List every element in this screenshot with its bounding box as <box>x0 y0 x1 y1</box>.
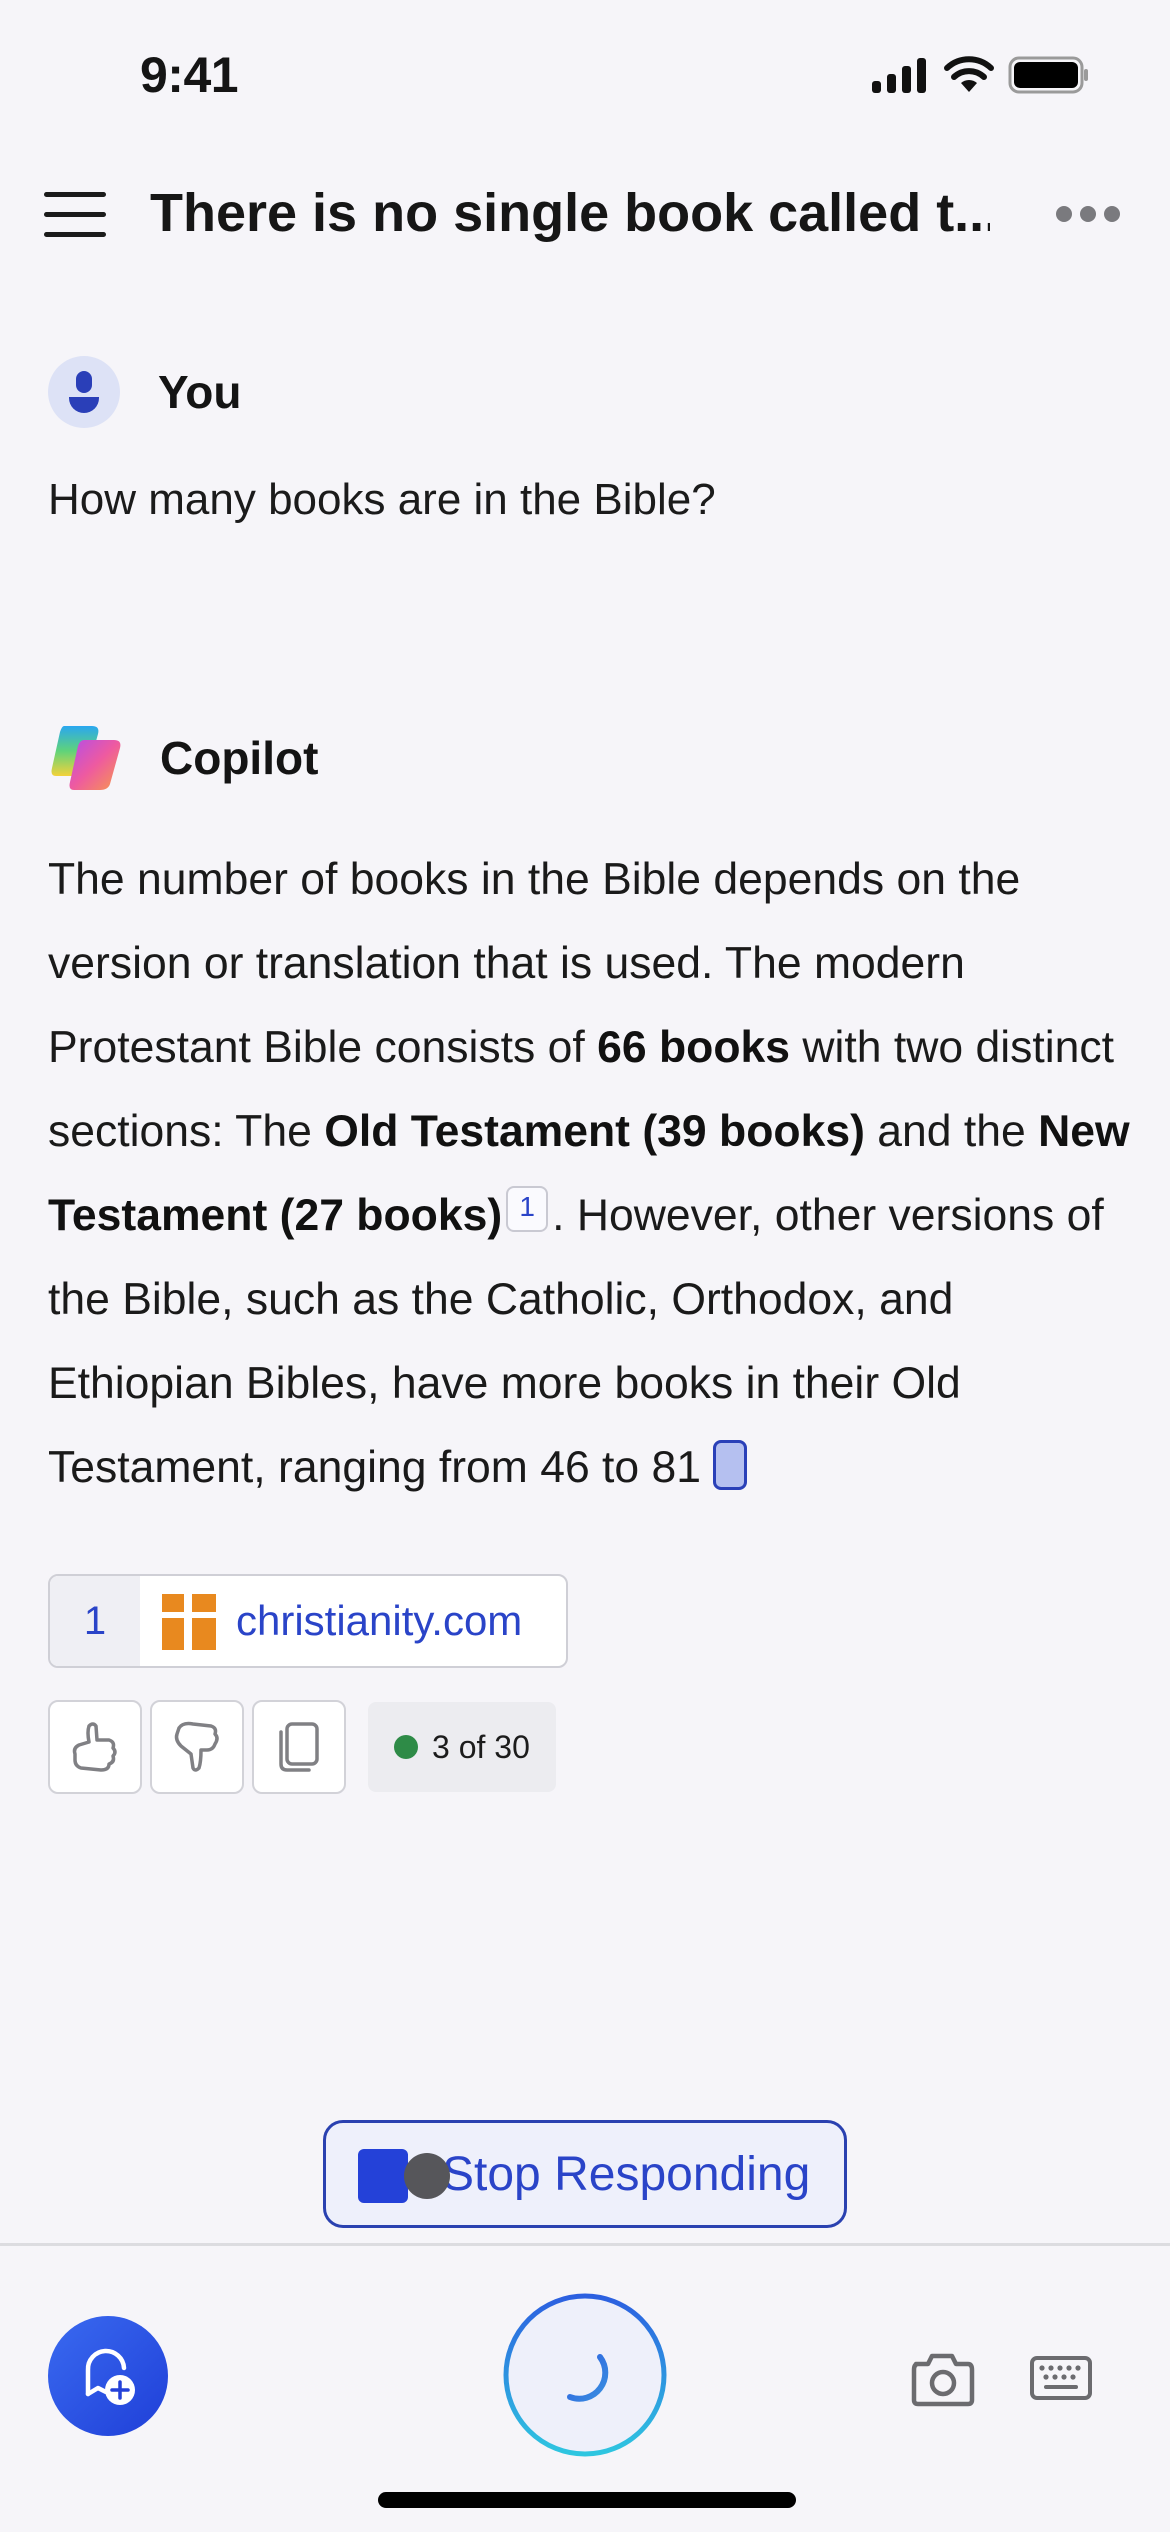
copy-icon <box>279 1722 319 1772</box>
user-message-text: How many books are in the Bible? <box>48 475 716 524</box>
voice-button[interactable] <box>502 2292 668 2458</box>
stop-icon <box>358 2149 408 2203</box>
loading-spinner-icon <box>503 2293 667 2457</box>
hamburger-menu-icon <box>44 192 106 197</box>
thumbs-up-icon <box>72 1722 117 1772</box>
home-indicator <box>378 2492 796 2508</box>
copilot-message-header: Copilot <box>48 720 318 796</box>
menu-button[interactable] <box>44 192 106 240</box>
source-link-chip[interactable]: 1 christianity.com <box>48 1574 568 1668</box>
stop-responding-label: Stop Responding <box>442 2148 811 2201</box>
user-message-header: You <box>48 356 241 428</box>
copilot-sender-name: Copilot <box>160 732 319 784</box>
citation-badge[interactable]: 1 <box>506 1186 549 1232</box>
page-title: There is no single book called t... <box>150 183 990 243</box>
chat-header: There is no single book called t... <box>0 160 1170 270</box>
source-domain: christianity.com <box>236 1597 523 1644</box>
user-avatar <box>48 356 120 428</box>
battery-icon <box>1008 56 1088 94</box>
user-sender-name: You <box>158 366 242 418</box>
keyboard-button[interactable] <box>1030 2356 1092 2400</box>
stop-responding-button[interactable]: Stop Responding <box>323 2120 847 2228</box>
source-number: 1 <box>50 1576 140 1666</box>
wifi-icon <box>944 56 994 92</box>
new-chat-icon <box>85 2348 135 2405</box>
copy-button[interactable] <box>252 1700 346 1794</box>
more-options-icon <box>1056 206 1072 222</box>
cellular-signal-icon <box>872 58 926 93</box>
status-icons <box>870 56 1090 94</box>
status-bar: 9:41 <box>0 0 1170 150</box>
response-counter-text: 3 of 30 <box>432 1728 530 1765</box>
person-icon <box>76 371 92 393</box>
thumbs-down-icon <box>174 1721 219 1772</box>
copilot-logo-icon <box>51 726 121 790</box>
new-chat-button[interactable] <box>48 2316 168 2436</box>
status-dot <box>394 1735 418 1759</box>
touch-indicator <box>404 2153 450 2199</box>
streaming-cursor <box>713 1440 748 1490</box>
answer-segment: and the <box>864 1107 1039 1156</box>
bottom-divider <box>0 2243 1170 2246</box>
more-options-button[interactable] <box>1056 206 1120 222</box>
christianity-cross-icon <box>158 1590 220 1652</box>
keyboard-icon <box>1030 2356 1092 2400</box>
camera-icon <box>911 2353 975 2407</box>
copilot-answer-text: The number of books in the Bible depends… <box>48 838 1138 1510</box>
answer-bold-segment: 66 books <box>597 1023 791 1072</box>
camera-button[interactable] <box>910 2348 976 2408</box>
dislike-button[interactable] <box>150 1700 244 1794</box>
response-counter: 3 of 30 <box>368 1702 556 1792</box>
answer-bold-segment: Old Testament (39 books) <box>324 1107 865 1156</box>
like-button[interactable] <box>48 1700 142 1794</box>
status-time: 9:41 <box>140 47 239 103</box>
response-actions: 3 of 30 <box>48 1700 556 1794</box>
